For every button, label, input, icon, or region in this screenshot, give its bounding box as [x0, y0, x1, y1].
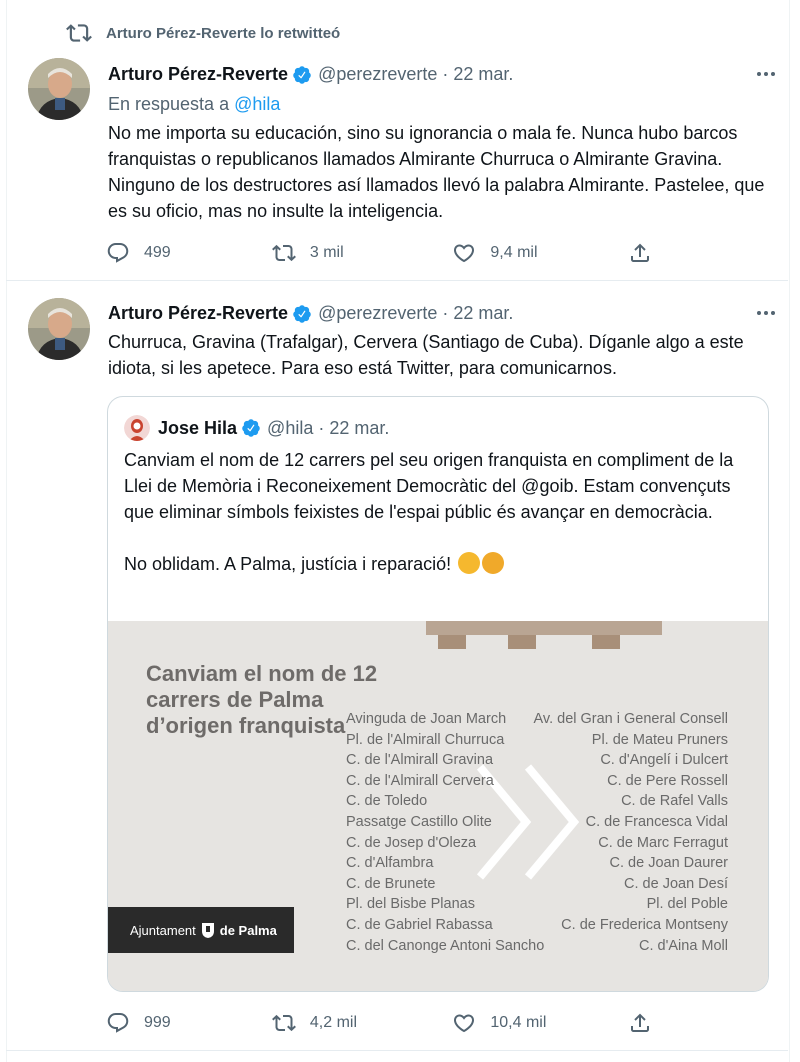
divider — [6, 1050, 788, 1051]
tweet-date[interactable]: · 22 mar. — [442, 64, 513, 85]
quoted-avatar — [124, 415, 150, 441]
more-options-icon[interactable] — [754, 301, 778, 325]
street-name: C. de Toledo — [346, 793, 428, 810]
tweet-actions: 499 3 mil 9,4 mil — [106, 241, 666, 265]
reply-context: En respuesta a @hila — [108, 94, 280, 115]
quoted-tweet-text: Canviam el nom de 12 carrers pel seu ori… — [124, 447, 754, 577]
street-name: C. de l'Almirall Gravina — [346, 752, 494, 769]
author-name[interactable]: Arturo Pérez-Reverte — [108, 303, 288, 324]
author-handle[interactable]: @perezreverte — [318, 303, 437, 324]
retweet-icon — [66, 24, 92, 42]
tweet-header: Arturo Pérez-Reverte @perezreverte · 22 … — [108, 303, 513, 324]
street-name: C. de Marc Ferragut — [598, 834, 728, 851]
heart-icon — [454, 244, 475, 263]
like-count: 9,4 mil — [490, 244, 538, 261]
retweet-button[interactable]: 3 mil — [271, 241, 453, 265]
street-name: Avinguda de Joan March — [346, 711, 507, 727]
like-count: 10,4 mil — [490, 1014, 547, 1031]
reply-icon — [107, 243, 129, 263]
share-icon — [631, 1013, 649, 1032]
avatar[interactable] — [28, 58, 90, 120]
street-name: C. de Frederica Montseny — [561, 916, 728, 933]
reply-button[interactable]: 499 — [106, 241, 272, 265]
logo-prefix: Ajuntament — [130, 922, 196, 938]
share-button[interactable] — [628, 241, 666, 265]
street-name: C. d'Aina Moll — [639, 937, 728, 954]
street-name: Passatge Castillo Olite — [346, 813, 492, 830]
tweet-date[interactable]: · 22 mar. — [442, 303, 513, 324]
new-street-names-list: Av. del Gran i General Consell Pl. de Ma… — [533, 709, 728, 956]
street-name: C. d'Angelí i Dulcert — [600, 752, 728, 769]
reply-count: 999 — [144, 1014, 171, 1031]
author-handle[interactable]: @perezreverte — [318, 64, 437, 85]
street-name: C. de Josep d'Oleza — [346, 834, 477, 851]
more-options-icon[interactable] — [754, 62, 778, 86]
tweet-header: Arturo Pérez-Reverte @perezreverte · 22 … — [108, 64, 513, 85]
heart-icon — [454, 1014, 475, 1033]
retweet-banner[interactable]: Arturo Pérez-Reverte lo retwitteó — [66, 20, 340, 46]
street-name: C. de Brunete — [346, 875, 436, 892]
tweet-actions: 999 4,2 mil 10,4 mil — [106, 1011, 666, 1035]
flexed-biceps-emoji — [458, 552, 481, 574]
reply-count: 499 — [144, 244, 171, 261]
ajuntament-logo: Ajuntament de Palma — [108, 907, 294, 953]
retweet-button[interactable]: 4,2 mil — [271, 1011, 453, 1035]
street-name: Av. del Gran i General Consell — [533, 711, 728, 727]
avatar[interactable] — [28, 298, 90, 360]
street-name: C. de Gabriel Rabassa — [346, 916, 493, 933]
reply-handle-link[interactable]: @hila — [234, 94, 280, 114]
street-name: C. de Francesca Vidal — [585, 813, 728, 830]
street-name: C. de Pere Rossell — [607, 772, 728, 789]
quoted-tweet[interactable]: Jose Hila @hila · 22 mar. Canviam el nom… — [107, 396, 769, 992]
street-name: C. de l'Almirall Cervera — [346, 772, 494, 789]
street-name: C. d'Alfambra — [346, 855, 434, 872]
reply-prefix: En respuesta a — [108, 94, 230, 114]
tweet-text: No me importa su educación, sino su igno… — [108, 123, 765, 221]
verified-badge-icon — [242, 419, 260, 437]
retweet-icon — [271, 244, 296, 262]
street-name: C. de Joan Desí — [624, 875, 728, 892]
share-button[interactable] — [628, 1011, 666, 1035]
quoted-text-paragraph: No oblidam. A Palma, justícia i reparaci… — [124, 551, 754, 577]
street-name: Pl. del Poble — [646, 896, 728, 913]
quoted-author-handle: @hila — [267, 417, 314, 438]
reply-button[interactable]: 999 — [106, 1011, 272, 1035]
retweet-count: 4,2 mil — [309, 1014, 357, 1031]
tweet-text: Churruca, Gravina (Trafalgar), Cervera (… — [108, 332, 744, 378]
quoted-tweet-header: Jose Hila @hila · 22 mar. — [124, 415, 389, 441]
palma-crest-icon — [201, 923, 214, 938]
like-button[interactable]: 10,4 mil — [452, 1011, 628, 1035]
street-name: Pl. del Bisbe Planas — [346, 896, 475, 913]
street-name: C. de Joan Daurer — [609, 855, 728, 872]
street-name: Pl. de Mateu Pruners — [591, 731, 728, 748]
old-street-names-list: Avinguda de Joan March Pl. de l'Almirall… — [346, 709, 544, 956]
author-name[interactable]: Arturo Pérez-Reverte — [108, 64, 288, 85]
retweet-count: 3 mil — [309, 244, 344, 261]
logo-suffix: de Palma — [219, 922, 277, 938]
quoted-image[interactable]: Canviam el nom de 12 carrers de Palma d’… — [108, 621, 768, 991]
verified-badge-icon — [293, 304, 311, 323]
street-name: Pl. de l'Almirall Churruca — [346, 731, 505, 748]
retweet-banner-text: Arturo Pérez-Reverte lo retwitteó — [106, 24, 341, 42]
share-icon — [631, 243, 649, 262]
quoted-author-name: Jose Hila — [158, 417, 238, 438]
verified-badge-icon — [293, 65, 311, 84]
raised-fist-emoji — [482, 552, 505, 574]
quoted-tweet-date: · 22 mar. — [318, 417, 390, 438]
reply-icon — [107, 1013, 129, 1033]
retweet-icon — [271, 1014, 296, 1032]
quoted-text-paragraph: Canviam el nom de 12 carrers pel seu ori… — [124, 450, 734, 522]
like-button[interactable]: 9,4 mil — [452, 241, 628, 265]
divider — [6, 280, 788, 281]
street-name: C. del Canonge Antoni Sancho — [346, 937, 545, 954]
street-name: C. de Rafel Valls — [621, 793, 728, 810]
